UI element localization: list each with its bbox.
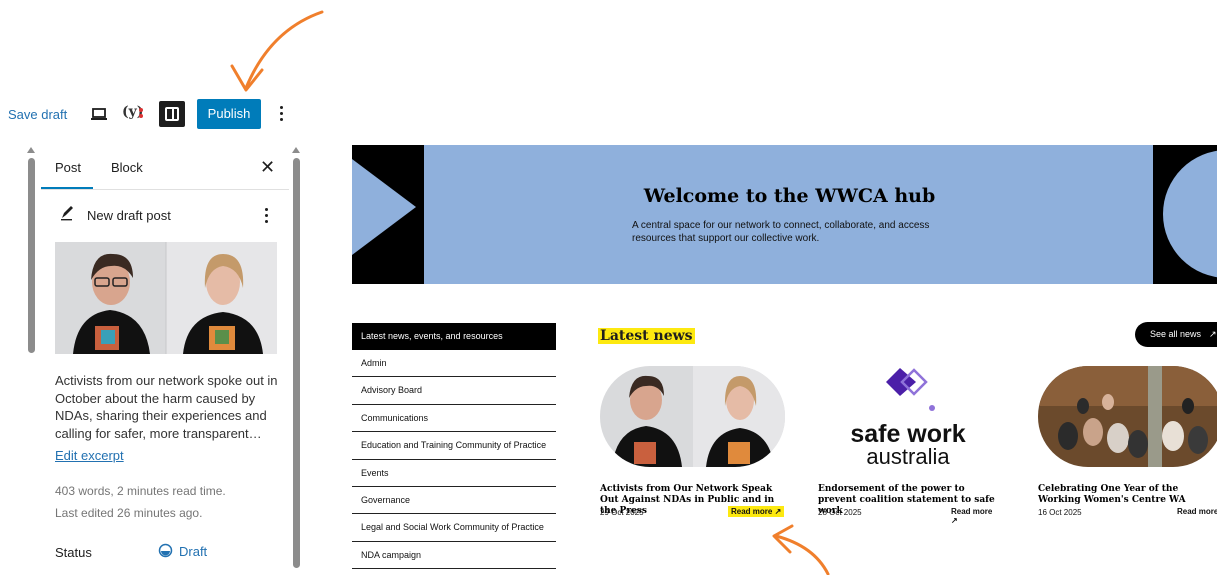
more-options-icon[interactable]	[276, 103, 286, 123]
news-card-image[interactable]	[600, 366, 785, 467]
news-card-date: 28 Oct 2025	[818, 508, 862, 517]
edit-excerpt-link[interactable]: Edit excerpt	[55, 448, 124, 463]
nav-item-legal-social-work[interactable]: Legal and Social Work Community of Pract…	[352, 514, 556, 542]
settings-sidebar: Post Block ✕ New draft post Activists fr…	[0, 146, 305, 575]
yoast-seo-icon[interactable]: (y)	[122, 104, 148, 124]
news-card[interactable]: safe work australia Endorsement of the p…	[818, 366, 1003, 525]
featured-image[interactable]	[55, 242, 277, 354]
hero-title: Welcome to the WWCA hub	[643, 185, 936, 207]
svg-text:australia: australia	[866, 444, 950, 467]
hero-subtitle: A central space for our network to conne…	[632, 220, 930, 244]
read-more-link[interactable]: Read more ↗	[948, 506, 1003, 526]
last-edited-text: Last edited 26 minutes ago.	[55, 506, 203, 520]
scroll-up-arrow-icon[interactable]	[27, 147, 35, 153]
nav-item-events[interactable]: Events	[352, 460, 556, 487]
news-card-image[interactable]	[1038, 366, 1217, 467]
screenshot-root: Save draft (y) Publish Post Block ✕ New …	[0, 0, 1217, 575]
read-more-link[interactable]: Read more	[1174, 506, 1217, 517]
nav-item-admin[interactable]: Admin	[352, 350, 556, 378]
read-more-link[interactable]: Read more ↗	[728, 506, 785, 517]
latest-news-heading: Latest news	[598, 328, 695, 344]
settings-panel-icon[interactable]	[159, 101, 185, 127]
nav-item-nda-campaign[interactable]: NDA campaign	[352, 542, 556, 570]
see-all-news-button[interactable]: See all news ↗	[1135, 322, 1217, 347]
hero-banner: Welcome to the WWCA hub A central space …	[352, 145, 1217, 284]
nav-heading[interactable]: Latest news, events, and resources	[352, 323, 556, 350]
pen-icon	[61, 206, 73, 221]
hero-left-shape	[352, 145, 424, 284]
arrow-icon: ↗	[1209, 329, 1217, 339]
news-card-date: 16 Oct 2025	[1038, 508, 1082, 517]
tab-post[interactable]: Post	[55, 160, 81, 175]
post-actions-icon[interactable]	[263, 208, 269, 226]
editor-toolbar: Save draft (y) Publish	[0, 96, 300, 132]
safe-work-australia-logo[interactable]: safe work australia	[818, 366, 1003, 469]
publish-button[interactable]: Publish	[197, 99, 261, 129]
news-card-title[interactable]: Celebrating One Year of the Working Wome…	[1038, 484, 1217, 506]
news-card[interactable]: Activists from Our Network Speak Out Aga…	[600, 366, 785, 517]
read-time-text: 403 words, 2 minutes read time.	[55, 484, 226, 498]
save-draft-button[interactable]: Save draft	[8, 107, 67, 122]
news-card-date: 29 Oct 2025	[600, 508, 644, 517]
see-all-label: See all news	[1150, 329, 1202, 339]
nav-item-communications[interactable]: Communications	[352, 405, 556, 433]
tab-block[interactable]: Block	[111, 160, 143, 175]
hero-right-shape	[1153, 145, 1217, 284]
editor-scrollbar[interactable]	[28, 158, 35, 353]
post-title: New draft post	[87, 208, 171, 223]
post-excerpt: Activists from our network spoke out in …	[55, 373, 278, 441]
nav-item-advisory-board[interactable]: Advisory Board	[352, 377, 556, 405]
resources-nav: Latest news, events, and resources Admin…	[352, 323, 556, 570]
post-panel: Post Block ✕ New draft post Activists fr…	[41, 146, 289, 575]
nav-item-governance[interactable]: Governance	[352, 487, 556, 515]
draft-status-icon[interactable]	[158, 543, 173, 558]
annotation-arrow-icon	[772, 524, 830, 575]
news-card[interactable]: Celebrating One Year of the Working Wome…	[1038, 366, 1217, 517]
status-draft-button[interactable]: Draft	[179, 544, 207, 559]
scroll-up-arrow-icon[interactable]	[292, 147, 300, 153]
sidebar-scrollbar[interactable]	[293, 158, 300, 568]
close-icon[interactable]: ✕	[260, 158, 275, 176]
preview-icon[interactable]	[90, 106, 108, 122]
annotation-arrow-icon	[230, 10, 324, 92]
divider	[41, 189, 289, 190]
status-label: Status	[55, 545, 92, 560]
nav-item-education-training[interactable]: Education and Training Community of Prac…	[352, 432, 556, 460]
